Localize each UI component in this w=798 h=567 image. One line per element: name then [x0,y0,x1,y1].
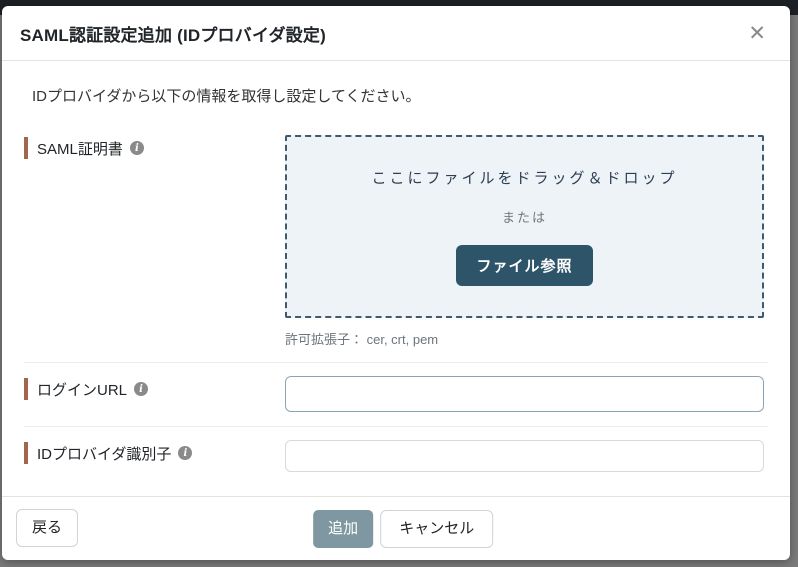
login-url-label: ログインURL i [24,378,285,400]
idp-identifier-info-icon[interactable]: i [178,446,193,460]
file-dropzone[interactable]: ここにファイルをドラッグ＆ドロップ または ファイル参照 [285,135,764,318]
back-button[interactable]: 戻る [16,509,79,547]
certificate-field: ここにファイルをドラッグ＆ドロップ または ファイル参照 許可拡張子： cer,… [285,135,768,348]
idp-identifier-label: IDプロバイダ識別子 i [24,442,285,464]
dialog-footer: 戻る 追加 キャンセル [2,496,790,560]
certificate-info-icon[interactable]: i [129,141,144,155]
footer-action-group: 追加 キャンセル [313,509,494,548]
dialog-title: SAML認証設定追加 (IDプロバイダ設定) [20,26,326,45]
certificate-label: SAML証明書 i [24,137,285,159]
idp-identifier-field-wrap [285,440,768,472]
form-row-certificate: SAML証明書 i ここにファイルをドラッグ＆ドロップ または ファイル参照 許… [24,122,768,362]
dropzone-drag-text: ここにファイルをドラッグ＆ドロップ [371,170,678,187]
idp-identifier-input[interactable] [285,440,764,472]
saml-settings-dialog: SAML認証設定追加 (IDプロバイダ設定) ✕ IDプロバイダから以下の情報を… [2,6,790,560]
form-row-idp-identifier: IDプロバイダ識別子 i [24,426,768,486]
close-icon[interactable]: ✕ [742,23,772,44]
file-browse-button[interactable]: ファイル参照 [456,245,593,286]
dialog-header: SAML認証設定追加 (IDプロバイダ設定) ✕ [2,6,790,61]
dropzone-or-text: または [501,210,547,225]
add-button[interactable]: 追加 [313,509,374,548]
instruction-text: IDプロバイダから以下の情報を取得し設定してください。 [32,88,421,105]
login-url-info-icon[interactable]: i [134,382,149,396]
form-row-login-url: ログインURL i [24,362,768,426]
login-url-label-text: ログインURL [37,381,128,399]
allowed-extensions-note: 許可拡張子： cer, crt, pem [285,332,439,347]
dialog-body: IDプロバイダから以下の情報を取得し設定してください。 SAML証明書 i ここ… [2,61,790,496]
login-url-field-wrap [285,376,768,412]
cancel-button[interactable]: キャンセル [380,509,494,548]
login-url-input[interactable] [285,376,764,412]
certificate-label-text: SAML証明書 [37,140,123,158]
idp-identifier-label-text: IDプロバイダ識別子 [37,445,172,463]
